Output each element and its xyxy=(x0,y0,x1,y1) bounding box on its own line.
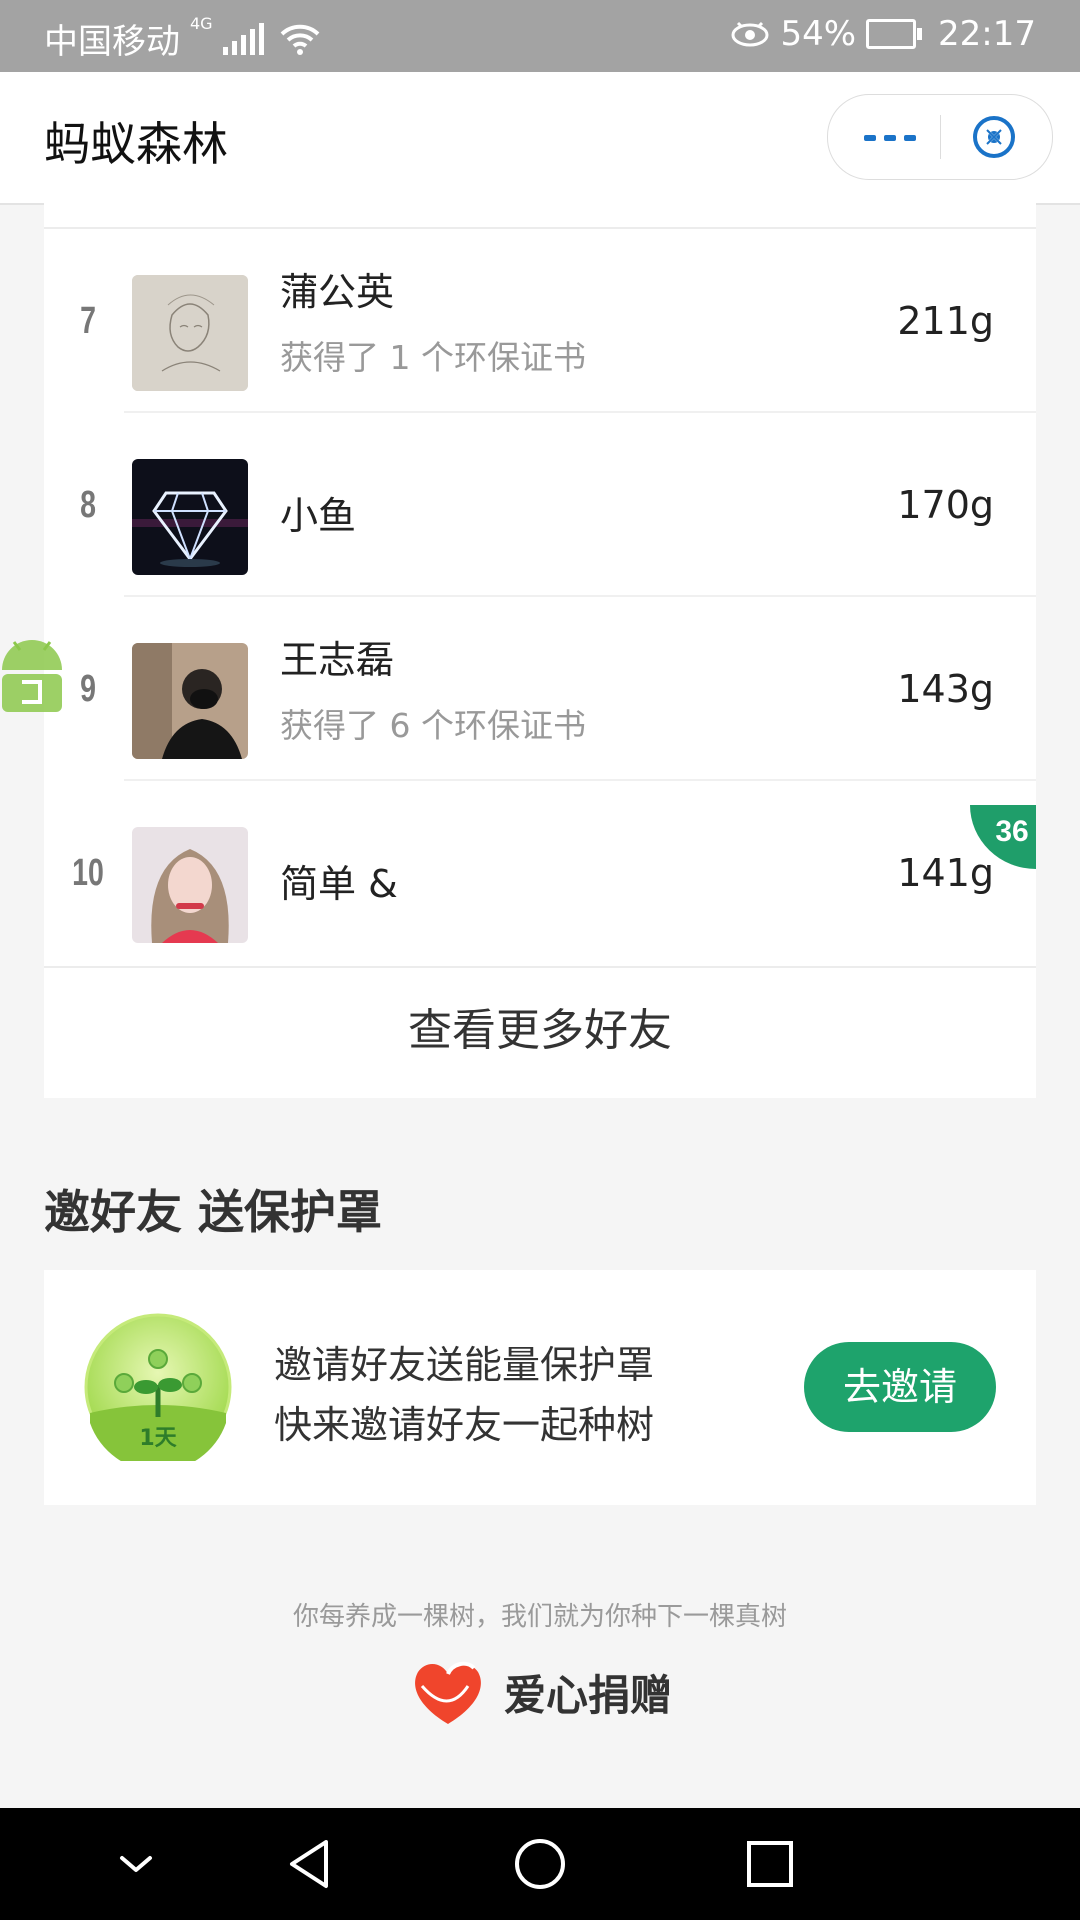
wifi-icon xyxy=(280,24,319,55)
signal-icon xyxy=(222,22,264,55)
ranking-row[interactable]: 9 王志磊 获得了 6 个环保证书 143g xyxy=(44,597,1036,781)
icon-day-label: 1天 xyxy=(139,1426,177,1451)
status-bar: 中国移动 4G 54% 22:17 xyxy=(0,0,1080,72)
ranking-row[interactable]: 10 简单 & 141g xyxy=(44,781,1036,965)
rank-number: 7 xyxy=(80,300,96,342)
invite-line-2: 快来邀请好友一起种树 xyxy=(274,1403,655,1447)
clock: 22:17 xyxy=(938,14,1036,54)
energy-collect-badge[interactable]: 36 xyxy=(970,805,1036,869)
ranking-row[interactable]: 8 小鱼 170g xyxy=(44,413,1036,597)
avatar[interactable] xyxy=(132,459,248,575)
back-icon[interactable] xyxy=(282,1836,338,1892)
more-dots-icon xyxy=(864,135,916,141)
invite-section-title: 邀好友 送保护罩 xyxy=(44,1185,383,1239)
miniapp-capsule xyxy=(827,94,1053,180)
avatar[interactable] xyxy=(132,643,248,759)
rank-number: 8 xyxy=(80,484,96,526)
network-type: 4G xyxy=(190,14,213,33)
footer-note: 你每养成一棵树，我们就为你种下一棵真树 xyxy=(292,1602,787,1632)
energy-amount: 211g xyxy=(897,299,994,343)
friend-ranking-list: 7 蒲公英 获得了 1 个环保证书 211g 8 小鱼 170g 9 王志磊 获… xyxy=(44,203,1036,1098)
rank-number: 9 xyxy=(80,668,96,710)
battery-percent: 54% xyxy=(780,14,857,54)
avatar[interactable] xyxy=(132,275,248,391)
friend-name: 小鱼 xyxy=(280,494,357,538)
capsule-divider xyxy=(940,115,941,159)
recent-apps-icon[interactable] xyxy=(742,1836,798,1892)
hide-keyboard-icon[interactable] xyxy=(108,1836,164,1892)
invite-card: 1天 邀请好友送能量保护罩 快来邀请好友一起种树 去邀请 xyxy=(44,1270,1036,1505)
rank-number: 10 xyxy=(72,852,104,894)
android-float-icon[interactable] xyxy=(0,636,64,716)
friend-subtitle: 获得了 6 个环保证书 xyxy=(280,706,586,745)
badge-value: 36 xyxy=(995,815,1028,848)
invite-line-1: 邀请好友送能量保护罩 xyxy=(274,1343,655,1387)
more-menu-button[interactable] xyxy=(864,135,916,141)
view-more-friends-button[interactable]: 查看更多好友 xyxy=(44,966,1036,1098)
list-top-edge xyxy=(44,203,1036,229)
donation-label: 爱心捐赠 xyxy=(504,1670,673,1720)
shield-sprout-icon: 1天 xyxy=(84,1313,232,1472)
close-miniapp-icon[interactable] xyxy=(970,113,1018,161)
page-title: 蚂蚁森林 xyxy=(44,117,228,171)
eye-icon xyxy=(731,21,769,47)
friend-name: 蒲公英 xyxy=(280,270,395,314)
heart-leaf-icon xyxy=(415,1661,481,1724)
ranking-row[interactable]: 7 蒲公英 获得了 1 个环保证书 211g xyxy=(44,229,1036,413)
go-invite-button[interactable]: 去邀请 xyxy=(804,1342,996,1432)
battery-icon xyxy=(866,19,923,49)
avatar[interactable] xyxy=(132,827,248,943)
friend-subtitle: 获得了 1 个环保证书 xyxy=(280,338,586,377)
app-header: 蚂蚁森林 xyxy=(0,72,1080,205)
system-nav-bar xyxy=(0,1808,1080,1920)
friend-name: 简单 & xyxy=(280,862,398,906)
energy-amount: 170g xyxy=(897,483,994,527)
friend-name: 王志磊 xyxy=(280,638,395,682)
energy-amount: 143g xyxy=(897,667,994,711)
carrier-label: 中国移动 xyxy=(44,22,180,62)
donation-link[interactable]: 爱心捐赠 xyxy=(408,1656,672,1728)
home-icon[interactable] xyxy=(512,1836,568,1892)
